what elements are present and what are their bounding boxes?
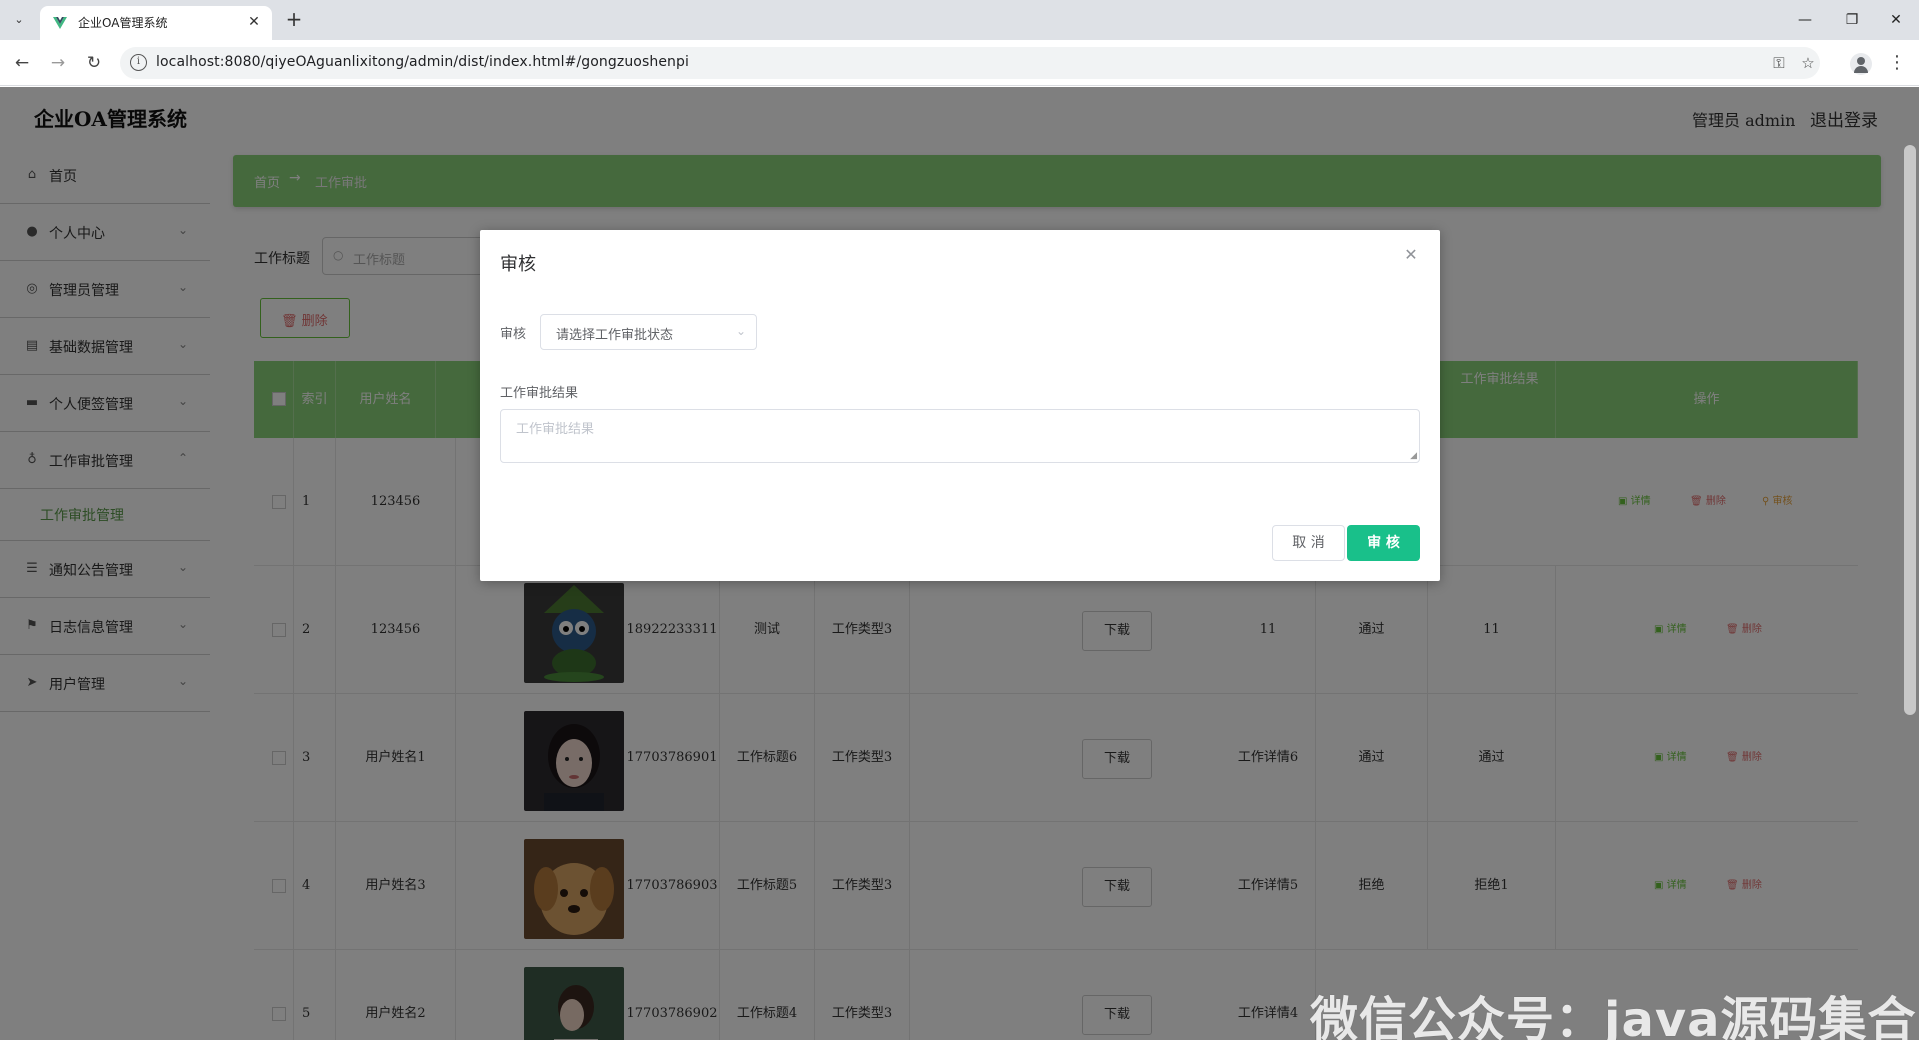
browser-menu-icon[interactable]: ⋮ bbox=[1888, 51, 1906, 75]
audit-dialog: 审核 ✕ 审核 请选择工作审批状态 ⌄ 工作审批结果 工作审批结果 ◢ 取 消 … bbox=[480, 230, 1440, 581]
resize-handle-icon[interactable]: ◢ bbox=[1410, 451, 1417, 461]
close-window-icon[interactable]: ✕ bbox=[1876, 6, 1916, 34]
browser-tabbar: ⌄ 企业OA管理系统 ✕ + — ❐ ✕ bbox=[0, 0, 1919, 40]
close-icon[interactable]: ✕ bbox=[1402, 246, 1420, 264]
url-text[interactable]: localhost:8080/qiyeOAguanlixitong/admin/… bbox=[156, 54, 689, 70]
select-placeholder: 请选择工作审批状态 bbox=[556, 328, 674, 343]
reload-icon[interactable]: ↻ bbox=[82, 51, 106, 75]
confirm-audit-button[interactable]: 审 核 bbox=[1347, 525, 1420, 561]
approval-result-textarea[interactable]: 工作审批结果 ◢ bbox=[500, 409, 1420, 463]
approval-status-select[interactable]: 请选择工作审批状态 ⌄ bbox=[540, 314, 757, 350]
audit-field-label: 审核 bbox=[500, 327, 527, 342]
page-scrollbar[interactable] bbox=[1904, 145, 1916, 715]
forward-icon[interactable]: → bbox=[46, 51, 70, 75]
result-field-label: 工作审批结果 bbox=[500, 386, 579, 401]
new-tab-icon[interactable]: + bbox=[282, 8, 306, 32]
bookmark-star-icon[interactable]: ☆ bbox=[1797, 52, 1819, 74]
minimize-icon[interactable]: — bbox=[1785, 6, 1825, 34]
tab-search-icon[interactable]: ⌄ bbox=[8, 9, 30, 31]
back-icon[interactable]: ← bbox=[10, 51, 34, 75]
browser-tab[interactable]: 企业OA管理系统 ✕ bbox=[40, 6, 272, 40]
chevron-down-icon: ⌄ bbox=[735, 324, 746, 338]
browser-toolbar: ← → ↻ i localhost:8080/qiyeOAguanlixiton… bbox=[0, 40, 1919, 86]
vue-logo-icon bbox=[53, 17, 67, 29]
site-info-icon[interactable]: i bbox=[130, 54, 147, 71]
watermark-text: 微信公众号：java源码集合 bbox=[1310, 992, 1917, 1040]
key-icon[interactable]: ⚿ bbox=[1768, 52, 1790, 74]
profile-icon[interactable] bbox=[1850, 53, 1872, 75]
dialog-title: 审核 bbox=[500, 254, 536, 275]
textarea-placeholder: 工作审批结果 bbox=[516, 422, 595, 437]
close-tab-icon[interactable]: ✕ bbox=[244, 12, 264, 32]
address-bar[interactable]: i localhost:8080/qiyeOAguanlixitong/admi… bbox=[120, 47, 1820, 79]
cancel-button[interactable]: 取 消 bbox=[1272, 525, 1345, 561]
restore-icon[interactable]: ❐ bbox=[1832, 6, 1872, 34]
tab-title: 企业OA管理系统 bbox=[78, 16, 168, 30]
